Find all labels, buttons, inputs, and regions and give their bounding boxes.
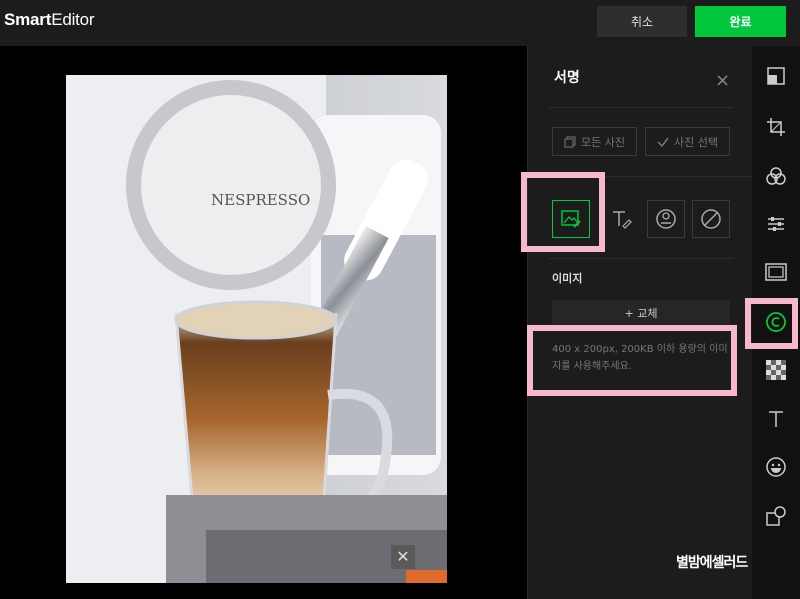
size-hint: 400 x 200px, 200KB 이하 용량의 이미지를 사용해주세요. <box>552 344 728 372</box>
divider <box>548 107 733 108</box>
close-icon[interactable]: × <box>715 72 730 90</box>
divider <box>548 258 733 259</box>
select-photos-label: 사진 선택 <box>674 135 718 149</box>
image-signature-icon <box>561 210 581 228</box>
no-signature-tool[interactable] <box>692 200 730 238</box>
replace-button[interactable]: + 교체 <box>552 300 730 325</box>
frame-icon[interactable] <box>762 258 790 286</box>
sticker-icon[interactable] <box>762 453 790 481</box>
signature-panel: 서명 × 모든 사진 사진 선택 이미지 + 교체 400 x 200px, 2… <box>527 46 753 599</box>
app-logo: SmartEditor <box>4 10 95 29</box>
done-button[interactable]: 완료 <box>695 6 786 37</box>
layout-icon[interactable] <box>762 62 790 90</box>
crop-icon[interactable] <box>762 113 790 141</box>
filter-icon[interactable] <box>762 162 790 190</box>
top-bar: SmartEditor 취소 완료 <box>0 0 800 46</box>
adjust-icon[interactable] <box>762 210 790 238</box>
no-signature-icon <box>701 209 721 229</box>
select-photos-button[interactable]: 사진 선택 <box>645 127 730 156</box>
check-icon <box>657 137 669 147</box>
signature-icon[interactable] <box>762 308 790 336</box>
text-signature-tool[interactable] <box>602 200 640 238</box>
watermark: 별밤에셀러드 <box>676 555 748 571</box>
mosaic-icon[interactable] <box>762 356 790 384</box>
image-signature-tool[interactable] <box>552 200 590 238</box>
cancel-button[interactable]: 취소 <box>597 6 687 37</box>
stamp-signature-icon <box>656 209 676 229</box>
all-photos-button[interactable]: 모든 사진 <box>552 127 637 156</box>
divider <box>528 176 753 177</box>
shapes-icon[interactable] <box>762 502 790 530</box>
photo-brand-text: NESPRESSO <box>211 191 310 209</box>
tool-sidebar <box>752 46 800 599</box>
editing-photo[interactable]: NESPRESSO <box>66 75 447 583</box>
text-signature-icon <box>613 211 632 229</box>
copy-icon <box>564 136 576 147</box>
image-section-label: 이미지 <box>552 272 583 285</box>
delete-signature-button[interactable]: ✕ <box>391 545 415 569</box>
all-photos-label: 모든 사진 <box>581 135 625 149</box>
panel-title: 서명 <box>554 70 580 86</box>
stamp-signature-tool[interactable] <box>647 200 685 238</box>
text-icon[interactable] <box>762 405 790 433</box>
